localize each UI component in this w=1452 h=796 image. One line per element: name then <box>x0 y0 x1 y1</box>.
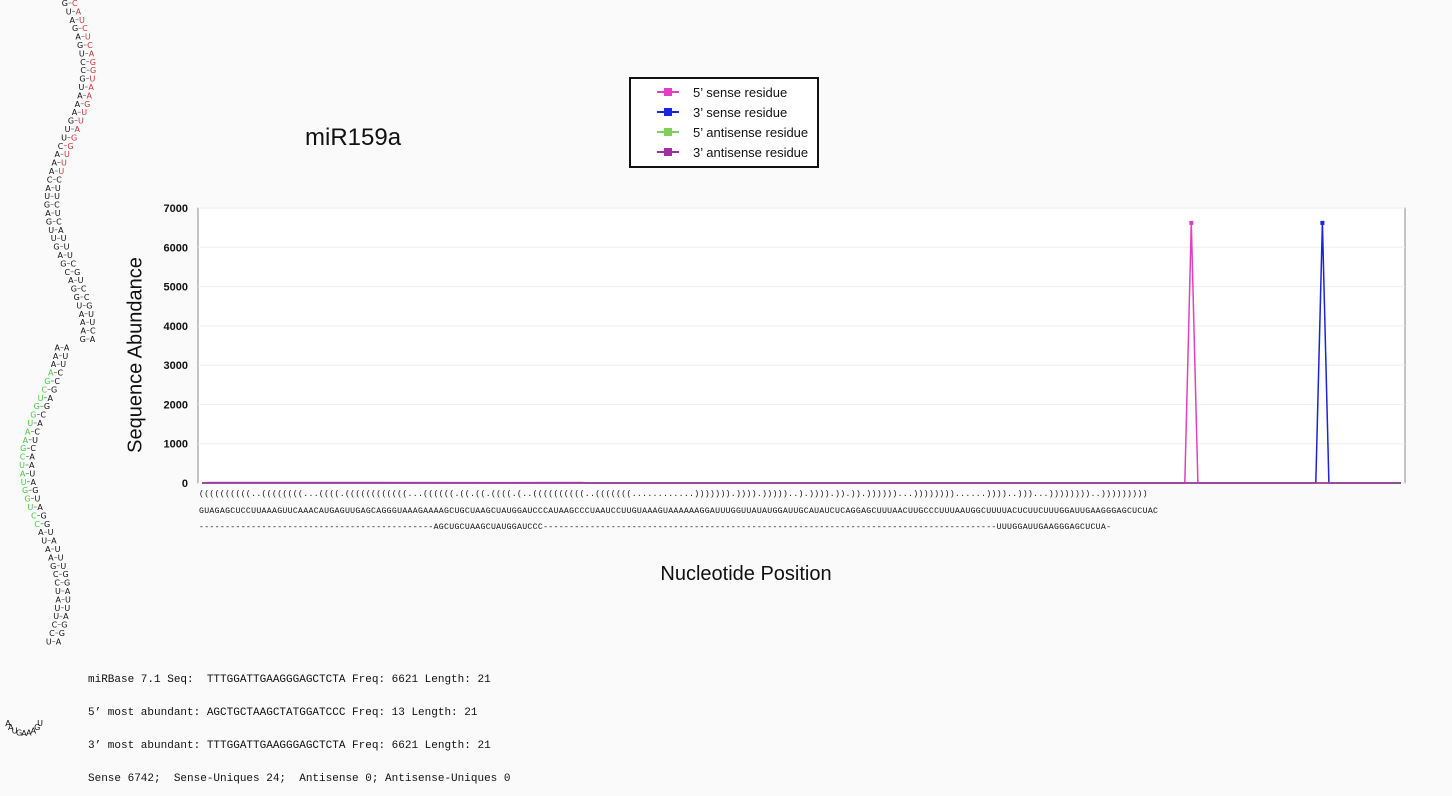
stats-block: miRBase 7.1 Seq: TTTGGATTGAAGGGAGCTCTA F… <box>88 653 510 796</box>
y-tick-label: 6000 <box>164 242 188 254</box>
y-tick-label: 4000 <box>164 321 188 333</box>
y-tick-label: 2000 <box>164 399 188 411</box>
stats-line: 5’ most abundant: AGCTGCTAAGCTATGGATCCC … <box>88 707 478 719</box>
y-tick-label: 0 <box>182 478 188 490</box>
structure-row: ((((((((((..((((((((...((((.((((((((((((… <box>199 490 1148 499</box>
mature-row: ----------------------------------------… <box>199 523 1112 532</box>
y-tick-label: 3000 <box>164 360 188 372</box>
stats-line: 3’ most abundant: TTTGGATTGAAGGGAGCTCTA … <box>88 740 491 752</box>
y-tick-label: 7000 <box>164 203 188 215</box>
data-point <box>1320 220 1325 225</box>
stats-line: miRBase 7.1 Seq: TTTGGATTGAAGGGAGCTCTA F… <box>88 674 491 686</box>
abundance-chart: 0 1000 2000 3000 4000 5000 6000 7000 <box>164 203 1406 490</box>
stats-line: Sense 6742; Sense-Uniques 24; Antisense … <box>88 773 511 785</box>
precursor-row: GUAGAGCUCCUUAAAGUUCAAACAUGAGUUGAGCAGGGUA… <box>199 507 1159 516</box>
data-point <box>1189 220 1194 225</box>
plot-area <box>197 207 1406 484</box>
y-tick-label: 1000 <box>164 439 188 451</box>
y-tick-label: 5000 <box>164 282 188 294</box>
